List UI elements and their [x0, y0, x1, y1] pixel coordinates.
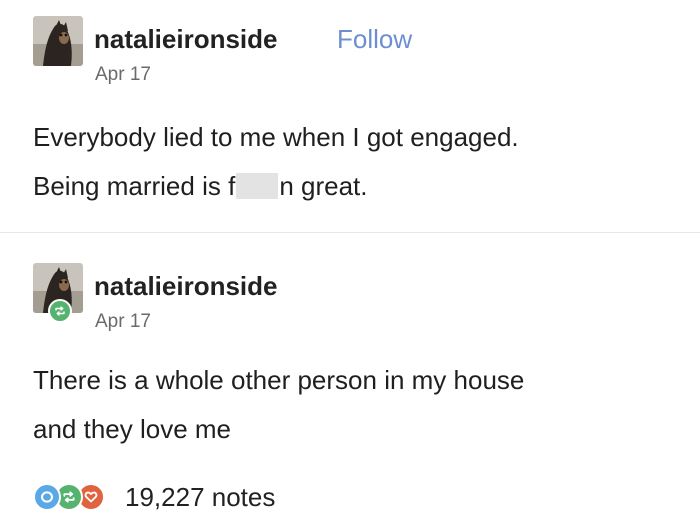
post-line: and they love me	[33, 414, 232, 444]
post-body: There is a whole other person in my hous…	[33, 356, 524, 454]
post-line: Everybody lied to me when I got engaged.	[33, 122, 519, 152]
post-date: Apr 17	[95, 311, 151, 332]
post-line: Being married is f n great.	[33, 162, 519, 211]
username[interactable]: natalieironside	[94, 271, 278, 302]
post-line: There is a whole other person in my hous…	[33, 365, 525, 395]
reblog-icon	[48, 299, 72, 323]
censor-bar	[236, 173, 279, 199]
reblog-post: natalieironside Apr 17 There is a whole …	[0, 233, 700, 526]
avatar[interactable]	[33, 16, 83, 66]
comment-icon	[33, 483, 61, 511]
post-date: Apr 17	[95, 64, 151, 85]
follow-button[interactable]: Follow	[337, 24, 412, 55]
post-body: Everybody lied to me when I got engaged.…	[33, 113, 519, 211]
notes-count[interactable]: 19,227 notes	[125, 482, 275, 513]
post-text-fragment: Being married is f	[33, 171, 236, 201]
note-icons	[33, 483, 123, 511]
notes-row[interactable]: 19,227 notes	[33, 481, 275, 513]
original-post: natalieironside Follow Apr 17 Everybody …	[0, 0, 700, 232]
post-text-fragment: n great.	[279, 171, 368, 201]
username[interactable]: natalieironside	[94, 24, 278, 55]
